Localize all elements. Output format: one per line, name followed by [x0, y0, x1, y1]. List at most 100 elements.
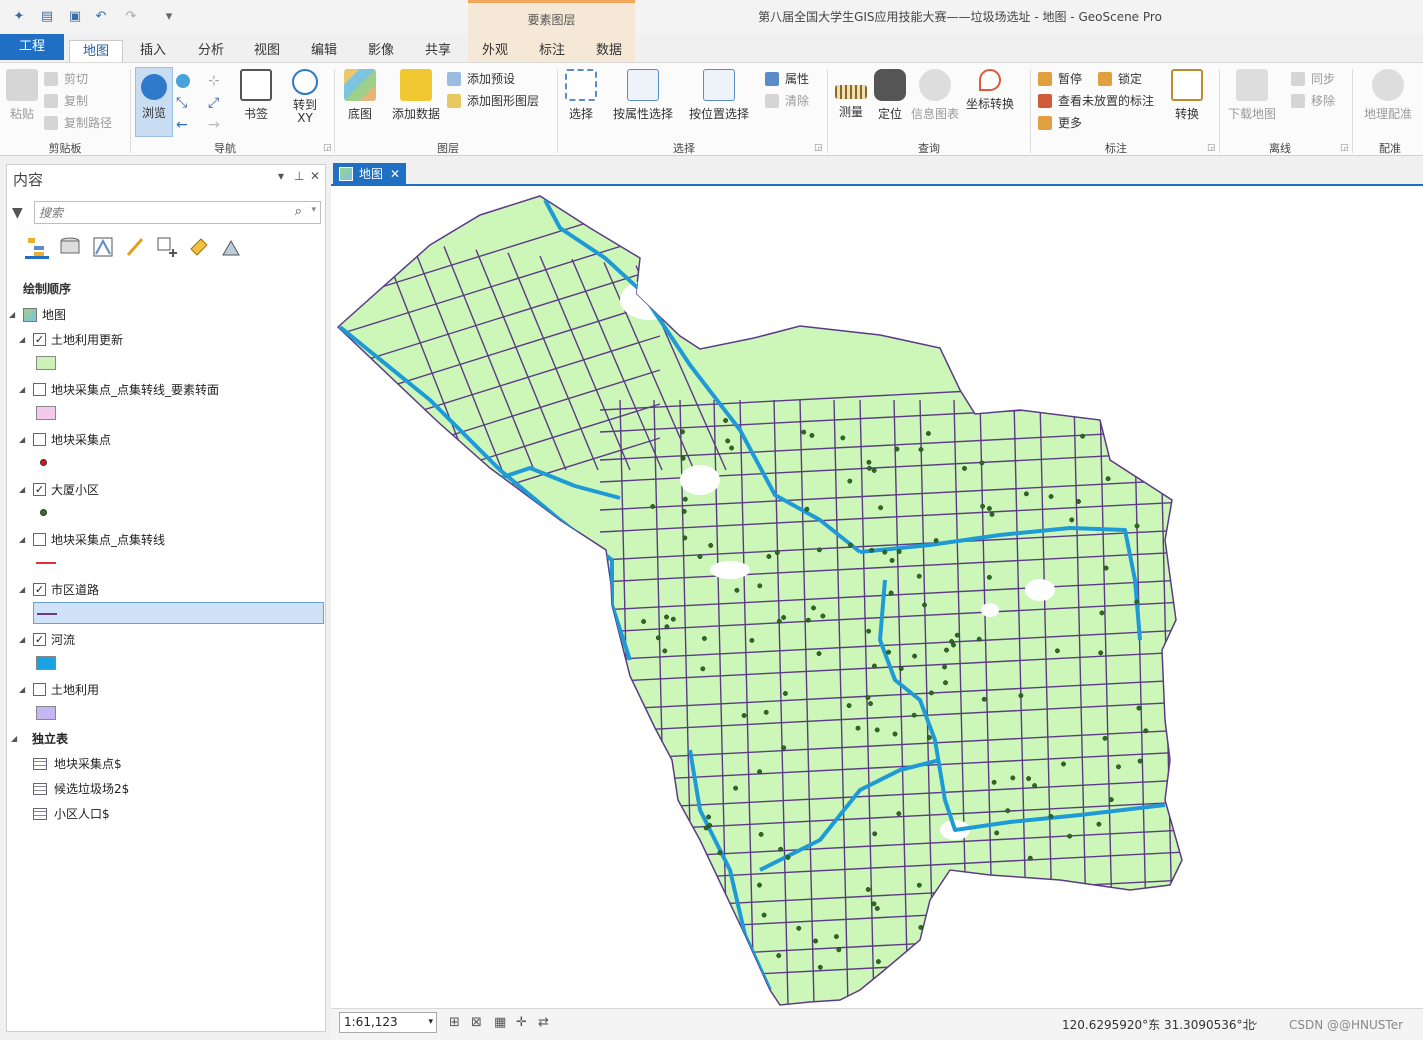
- snapping-icon[interactable]: ✛: [516, 1015, 527, 1030]
- collapse-icon[interactable]: ◢: [19, 679, 25, 701]
- tab-share[interactable]: 共享: [413, 40, 463, 62]
- collapse-icon[interactable]: ◢: [11, 728, 17, 750]
- pause-labeling-button[interactable]: 暂停: [1038, 69, 1082, 89]
- explore-button[interactable]: 浏览: [135, 67, 173, 137]
- filter-icon[interactable]: ▼: [12, 205, 23, 221]
- clear-selection-button[interactable]: 清除: [765, 91, 809, 111]
- layer-visibility-checkbox[interactable]: [33, 433, 46, 446]
- coordinate-format-chevron-icon[interactable]: ⌄: [1250, 1015, 1259, 1028]
- standalone-tables-node[interactable]: ◢ 独立表: [7, 728, 325, 750]
- collapse-icon[interactable]: ◢: [19, 629, 25, 651]
- remove-button[interactable]: 移除: [1291, 91, 1335, 111]
- layer-row[interactable]: ◢ ✓ 河流: [7, 629, 325, 651]
- attributes-button[interactable]: 属性: [765, 69, 809, 89]
- layer-visibility-checkbox[interactable]: [33, 533, 46, 546]
- layer-visibility-checkbox[interactable]: [33, 683, 46, 696]
- layer-row[interactable]: ◢ 地块采集点_点集转线: [7, 529, 325, 551]
- layer-visibility-checkbox[interactable]: ✓: [33, 633, 46, 646]
- standalone-table-row[interactable]: 候选垃圾场2$: [7, 778, 325, 800]
- tab-data[interactable]: 数据: [584, 40, 634, 62]
- search-dropdown-icon[interactable]: ▾: [311, 205, 316, 215]
- layer-row[interactable]: ◢ ✓ 大厦小区: [7, 479, 325, 501]
- table-icon[interactable]: ▦: [494, 1015, 506, 1030]
- layer-symbol-row[interactable]: [33, 602, 324, 624]
- tab-project[interactable]: 工程: [0, 34, 64, 60]
- basemap-button[interactable]: 底图: [340, 69, 380, 135]
- close-map-tab-icon[interactable]: ✕: [390, 163, 400, 185]
- collapse-icon[interactable]: ◢: [19, 579, 25, 601]
- standalone-table-row[interactable]: 地块采集点$: [7, 753, 325, 775]
- layer-visibility-checkbox[interactable]: [33, 383, 46, 396]
- layer-symbol-row[interactable]: [7, 702, 325, 724]
- pin-icon[interactable]: ⊥: [294, 169, 304, 183]
- map-drawing[interactable]: [331, 186, 1423, 1008]
- layer-symbol-row[interactable]: [7, 402, 325, 424]
- save-project-icon[interactable]: ▣: [66, 8, 84, 26]
- view-unplaced-button[interactable]: 查看未放置的标注: [1038, 91, 1154, 111]
- collapse-icon[interactable]: ◢: [19, 379, 25, 401]
- list-by-labeling-icon[interactable]: [187, 235, 211, 259]
- undo-icon[interactable]: ↶: [92, 8, 110, 26]
- layer-visibility-checkbox[interactable]: ✓: [33, 483, 46, 496]
- collapse-icon[interactable]: ◢: [19, 479, 25, 501]
- infographics-button[interactable]: 信息图表: [910, 69, 960, 135]
- measure-button[interactable]: 测量: [833, 69, 869, 135]
- sync-button[interactable]: 同步: [1291, 69, 1335, 89]
- new-project-icon[interactable]: ✦: [10, 8, 28, 26]
- full-extent-icon[interactable]: [176, 71, 194, 91]
- collapse-icon[interactable]: ◢: [19, 429, 25, 451]
- fixed-zoom-in-icon[interactable]: ⤡: [176, 93, 194, 113]
- copy-button[interactable]: 复制: [44, 91, 88, 111]
- coordinate-conversion-button[interactable]: 坐标转换: [964, 69, 1016, 135]
- layer-row[interactable]: ◢ ✓ 市区道路: [7, 579, 325, 601]
- add-preset-button[interactable]: 添加预设: [447, 69, 515, 89]
- add-data-button[interactable]: 添加数据: [388, 69, 444, 135]
- paste-button[interactable]: 粘贴: [6, 69, 38, 135]
- tab-analysis[interactable]: 分析: [186, 40, 236, 62]
- refresh-icon[interactable]: ⇄: [538, 1015, 549, 1030]
- labeling-launcher-icon[interactable]: ◲: [1207, 143, 1216, 153]
- customize-qat-icon[interactable]: ▾: [160, 8, 178, 26]
- bookmarks-button[interactable]: 书签: [238, 69, 274, 135]
- layer-symbol-row[interactable]: [7, 652, 325, 674]
- navigate-launcher-icon[interactable]: ◲: [323, 143, 332, 153]
- copy-path-button[interactable]: 复制路径: [44, 113, 112, 133]
- layer-visibility-checkbox[interactable]: ✓: [33, 333, 46, 346]
- list-by-perspective-icon[interactable]: [219, 235, 243, 259]
- layer-row[interactable]: ◢ ✓ 土地利用更新: [7, 329, 325, 351]
- list-by-snapping-icon[interactable]: [155, 235, 179, 259]
- lock-labeling-button[interactable]: 锁定: [1098, 69, 1142, 89]
- georeference-button[interactable]: 地理配准: [1358, 69, 1418, 135]
- tab-labeling[interactable]: 标注: [527, 40, 577, 62]
- layer-row[interactable]: ◢ 土地利用: [7, 679, 325, 701]
- zoom-to-selection-icon[interactable]: ⊹: [208, 71, 226, 91]
- layer-row[interactable]: ◢ 地块采集点: [7, 429, 325, 451]
- collapse-icon[interactable]: ◢: [9, 304, 15, 326]
- layer-visibility-checkbox[interactable]: ✓: [33, 583, 46, 596]
- list-by-data-source-icon[interactable]: [58, 235, 82, 259]
- list-by-drawing-order-icon[interactable]: [25, 235, 49, 259]
- tab-map[interactable]: 地图: [69, 40, 123, 62]
- scale-selector[interactable]: 1:61,123 ▾: [339, 1012, 437, 1033]
- standalone-table-row[interactable]: 小区人口$: [7, 803, 325, 825]
- tab-view[interactable]: 视图: [242, 40, 292, 62]
- map-view-tab[interactable]: 地图 ✕: [333, 163, 406, 185]
- tab-insert[interactable]: 插入: [128, 40, 178, 62]
- goto-xy-button[interactable]: 转到 XY: [285, 69, 325, 135]
- fixed-zoom-out-icon[interactable]: ⤢: [208, 93, 226, 113]
- layer-row[interactable]: ◢ 地块采集点_点集转线_要素转面: [7, 379, 325, 401]
- select-by-location-button[interactable]: 按位置选择: [686, 69, 752, 135]
- tab-edit[interactable]: 编辑: [299, 40, 349, 62]
- grid-icon[interactable]: ⊠: [471, 1015, 482, 1030]
- select-by-attribute-button[interactable]: 按属性选择: [610, 69, 676, 135]
- locate-button[interactable]: 定位: [872, 69, 908, 135]
- add-graphics-layer-button[interactable]: 添加图形图层: [447, 91, 539, 111]
- close-pane-icon[interactable]: ✕: [310, 169, 320, 183]
- more-labeling-button[interactable]: 更多: [1038, 113, 1082, 133]
- list-by-selection-icon[interactable]: [91, 235, 115, 259]
- map-node[interactable]: ◢ 地图: [7, 304, 325, 326]
- open-project-icon[interactable]: ▤: [38, 8, 56, 26]
- back-icon[interactable]: ←: [176, 115, 194, 135]
- cut-button[interactable]: 剪切: [44, 69, 88, 89]
- pane-options-icon[interactable]: ▾: [278, 169, 284, 183]
